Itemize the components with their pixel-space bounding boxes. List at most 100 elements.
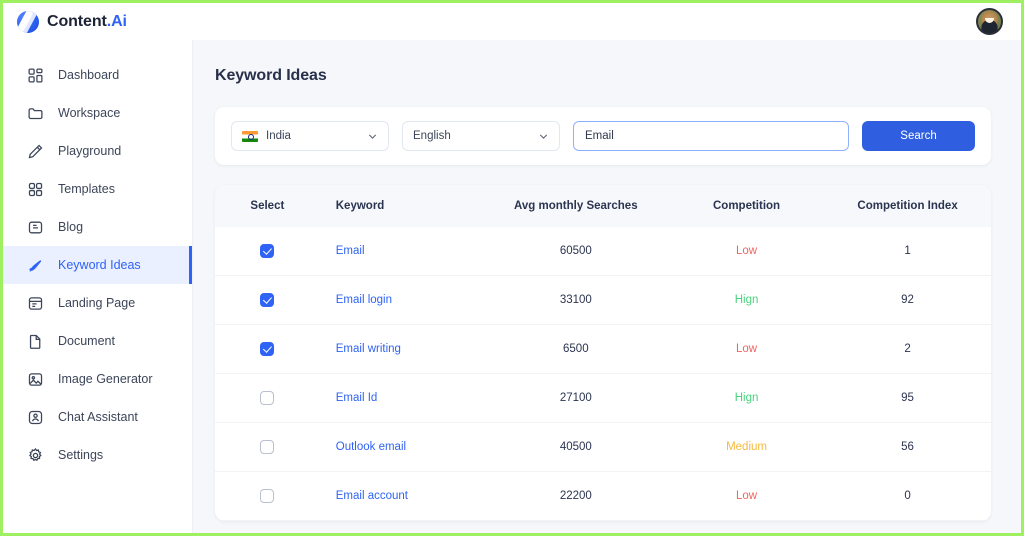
brand-name: Content.Ai — [47, 13, 127, 31]
cell-competition: Low — [668, 471, 825, 521]
table-row: Email account 22200 Low 0 — [215, 471, 991, 521]
main-content: Keyword Ideas India English Search Selec… — [193, 40, 1021, 533]
row-checkbox[interactable] — [260, 244, 275, 258]
cell-competition: Low — [668, 324, 825, 374]
cell-select — [215, 324, 320, 374]
sidebar-item-keyword-ideas[interactable]: Keyword Ideas — [3, 246, 192, 284]
sidebar-item-label: Blog — [58, 220, 84, 234]
language-select-value: English — [413, 130, 451, 142]
column-header-competition: Competition — [712, 200, 781, 212]
table-row: Email writing 6500 Low 2 — [215, 324, 991, 374]
keyword-link[interactable]: Email account — [336, 490, 408, 502]
dashboard-icon — [27, 67, 44, 84]
sidebar-item-label: Image Generator — [58, 372, 153, 386]
country-select-value: India — [266, 130, 291, 142]
row-checkbox[interactable] — [260, 342, 275, 356]
top-bar: Content.Ai — [3, 3, 1021, 40]
keyword-link[interactable]: Email — [336, 245, 365, 257]
brand-logo[interactable]: Content.Ai — [17, 10, 127, 33]
cell-competition-index: 2 — [824, 324, 991, 374]
filter-bar: India English Search — [215, 107, 991, 165]
table-header-row: Select Keyword Avg monthly Searches Comp… — [215, 185, 991, 227]
table-row: Email Id 27100 Hign 95 — [215, 373, 991, 423]
cell-competition-index: 92 — [824, 275, 991, 325]
blog-icon — [27, 219, 44, 236]
sidebar-item-templates[interactable]: Templates — [3, 170, 192, 208]
sidebar: Dashboard Workspace Playground Templates… — [3, 40, 193, 533]
sidebar-item-landing-page[interactable]: Landing Page — [3, 284, 192, 322]
column-header-keyword: Keyword — [335, 200, 385, 212]
cell-select — [215, 422, 320, 472]
table-row: Email login 33100 Hign 92 — [215, 275, 991, 325]
search-button[interactable]: Search — [862, 121, 975, 151]
row-checkbox[interactable] — [260, 489, 275, 503]
keyword-results-table: Select Keyword Avg monthly Searches Comp… — [215, 185, 991, 521]
cell-select — [215, 373, 320, 423]
sidebar-item-label: Keyword Ideas — [58, 258, 141, 272]
sidebar-item-workspace[interactable]: Workspace — [3, 94, 192, 132]
page-title: Keyword Ideas — [215, 67, 327, 84]
cell-select — [215, 471, 320, 521]
cell-competition: Medium — [668, 422, 825, 472]
row-checkbox[interactable] — [260, 391, 275, 405]
sidebar-item-blog[interactable]: Blog — [3, 208, 192, 246]
country-select[interactable]: India — [231, 121, 389, 151]
keyword-ideas-icon — [27, 257, 44, 274]
sidebar-item-dashboard[interactable]: Dashboard — [3, 56, 192, 94]
cell-avg-monthly-searches: 27100 — [482, 373, 669, 423]
cell-keyword: Email — [319, 227, 483, 276]
table-row: Email 60500 Low 1 — [215, 227, 991, 276]
keyword-link[interactable]: Email login — [336, 294, 392, 306]
brand-name-suffix: .Ai — [106, 12, 127, 30]
cell-keyword: Outlook email — [319, 422, 483, 472]
sidebar-item-settings[interactable]: Settings — [3, 436, 192, 474]
cell-avg-monthly-searches: 33100 — [482, 275, 669, 325]
row-checkbox[interactable] — [260, 293, 275, 307]
cell-competition: Hign — [668, 275, 825, 325]
india-flag-icon — [242, 130, 258, 142]
content-ai-logo-icon — [17, 10, 39, 33]
sidebar-item-label: Templates — [58, 182, 115, 196]
chat-assistant-icon — [27, 409, 44, 426]
cell-competition: Low — [668, 227, 825, 276]
cell-avg-monthly-searches: 60500 — [482, 227, 669, 276]
sidebar-item-label: Playground — [58, 144, 122, 158]
image-icon — [27, 371, 44, 388]
table-head: Select Keyword Avg monthly Searches Comp… — [215, 185, 991, 227]
cell-competition-index: 1 — [824, 227, 991, 276]
folder-icon — [27, 105, 44, 122]
cell-competition-index: 0 — [824, 471, 991, 521]
cell-keyword: Email account — [319, 471, 483, 521]
table-row: Outlook email 40500 Medium 56 — [215, 422, 991, 472]
column-header-avg-monthly: Avg monthly Searches — [514, 200, 638, 212]
language-select[interactable]: English — [402, 121, 560, 151]
sidebar-item-image-generator[interactable]: Image Generator — [3, 360, 192, 398]
cell-avg-monthly-searches: 40500 — [482, 422, 669, 472]
chevron-down-icon — [367, 131, 378, 142]
keyword-link[interactable]: Email writing — [336, 343, 401, 355]
column-header-competition-index: Competition Index — [857, 200, 958, 212]
sidebar-item-playground[interactable]: Playground — [3, 132, 192, 170]
sidebar-item-chat-assistant[interactable]: Chat Assistant — [3, 398, 192, 436]
results-table: Select Keyword Avg monthly Searches Comp… — [215, 185, 991, 521]
sidebar-item-label: Landing Page — [58, 296, 136, 310]
sidebar-item-label: Document — [58, 334, 115, 348]
avatar[interactable] — [976, 8, 1003, 35]
app-window: Content.Ai Dashboard Workspace Playgroun… — [0, 0, 1024, 536]
keyword-link[interactable]: Outlook email — [336, 441, 406, 453]
sidebar-item-document[interactable]: Document — [3, 322, 192, 360]
sidebar-item-label: Workspace — [58, 106, 121, 120]
cell-avg-monthly-searches: 22200 — [482, 471, 669, 521]
cell-avg-monthly-searches: 6500 — [482, 324, 669, 374]
keyword-search-input[interactable] — [573, 121, 849, 151]
cell-keyword: Email writing — [319, 324, 483, 374]
cell-select — [215, 227, 320, 276]
table-body: Email 60500 Low 1 Email login 33100 Hign 92 Emai… — [215, 227, 991, 521]
cell-competition: Hign — [668, 373, 825, 423]
row-checkbox[interactable] — [260, 440, 275, 454]
sidebar-item-label: Chat Assistant — [58, 410, 138, 424]
gear-icon — [27, 447, 44, 464]
landing-page-icon — [27, 295, 44, 312]
sidebar-item-label: Settings — [58, 448, 104, 462]
keyword-link[interactable]: Email Id — [336, 392, 378, 404]
